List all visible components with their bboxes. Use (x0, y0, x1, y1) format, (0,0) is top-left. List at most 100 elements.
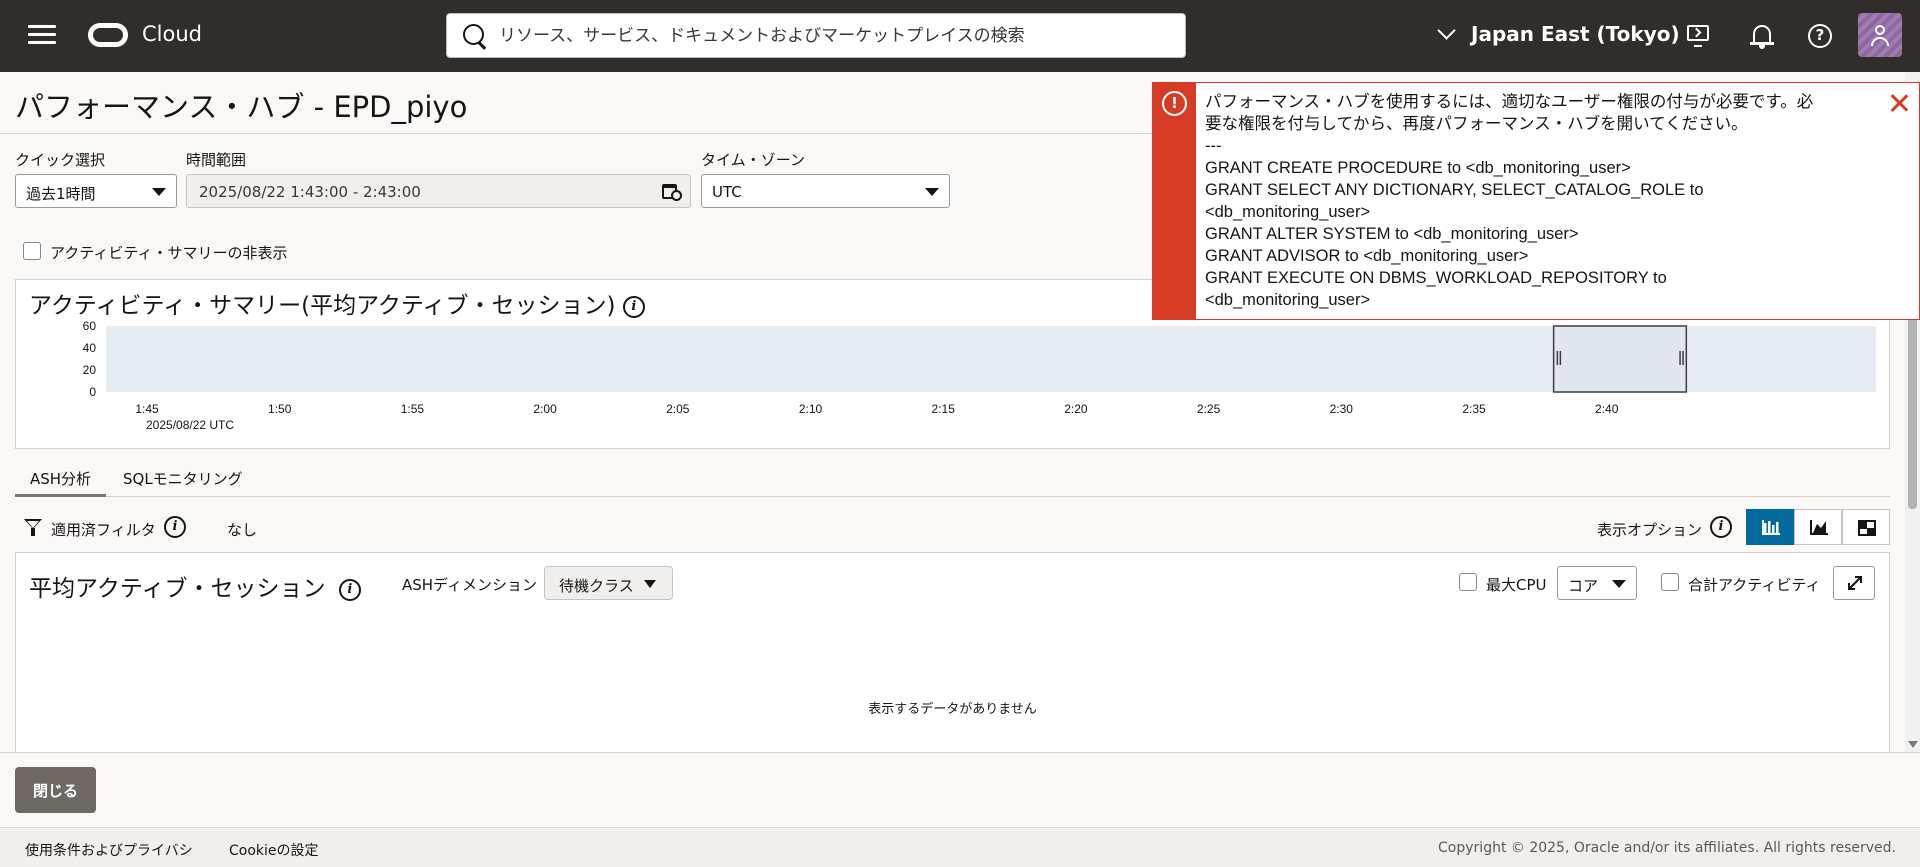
hide-summary-label[interactable]: アクティビティ・サマリーの非表示 (50, 242, 287, 263)
core-value: コア (1568, 577, 1599, 595)
terms-privacy-link[interactable]: 使用条件およびプライバシ (25, 840, 193, 860)
caret-down-icon (925, 188, 939, 196)
ash-dimension-dropdown[interactable]: 待機クラス (544, 566, 673, 600)
region-label: Japan East (Tokyo) (1471, 22, 1680, 46)
x-tick-label: 2:10 (799, 402, 823, 416)
close-button[interactable]: 閉じる (15, 767, 96, 813)
quick-select-dropdown[interactable]: 過去1時間 (15, 174, 177, 208)
expand-button[interactable] (1833, 566, 1875, 600)
x-axis-date-label: 2025/08/22 UTC (146, 418, 234, 432)
page-title: パフォーマンス・ハブ - EPD_piyo (15, 90, 468, 124)
selection-handle-grip (1559, 351, 1562, 365)
info-icon[interactable]: i (338, 578, 361, 601)
x-tick-label: 2:35 (1462, 402, 1486, 416)
error-message-line: パフォーマンス・ハブを使用するには、適切なユーザー権限の付与が必要です。必 (1205, 93, 1814, 111)
x-tick-label: 2:30 (1330, 402, 1354, 416)
timezone-dropdown[interactable]: UTC (701, 174, 950, 208)
action-bar: 閉じる (0, 752, 1920, 827)
calendar-clock-icon[interactable] (662, 182, 682, 201)
hide-summary-checkbox[interactable] (23, 242, 41, 260)
y-tick-label: 0 (89, 385, 96, 399)
error-message-line: 要な権限を付与してから、再度パフォーマンス・ハブを開いてください。 (1205, 115, 1748, 133)
error-message-line: GRANT SELECT ANY DICTIONARY, SELECT_CATA… (1205, 181, 1704, 199)
x-tick-label: 1:50 (268, 402, 292, 416)
alert-icon: ! (1162, 91, 1187, 116)
y-tick-label: 60 (83, 320, 97, 333)
cookie-settings-link[interactable]: Cookieの設定 (229, 840, 319, 860)
x-tick-label: 2:00 (533, 402, 557, 416)
activity-summary-chart[interactable]: 60 40 20 0 1:45 1:50 1:55 2:00 2:05 2:10 2:15 2:20 2… (16, 320, 1891, 450)
tab-ash-analysis[interactable]: ASH分析 (30, 468, 91, 489)
close-icon[interactable] (1889, 93, 1909, 113)
scroll-down-arrow-icon[interactable] (1908, 741, 1918, 748)
x-tick-label: 1:55 (401, 402, 425, 416)
selection-handle[interactable] (1679, 351, 1681, 365)
error-message-line: <db_monitoring_user> (1205, 291, 1371, 309)
cloud-shell-icon[interactable] (1685, 22, 1713, 50)
max-cpu-checkbox[interactable] (1459, 573, 1477, 591)
x-tick-label: 1:45 (135, 402, 159, 416)
treemap-view-button[interactable] (1842, 509, 1890, 545)
filter-icon (24, 518, 44, 538)
area-chart-view-button[interactable] (1794, 509, 1842, 545)
tab-divider (15, 496, 1890, 497)
ash-dimension-label: ASHディメンション (402, 576, 538, 594)
activity-summary-title: アクティビティ・サマリー(平均アクティブ・セッション) i (29, 286, 645, 320)
y-tick-label: 40 (83, 341, 97, 355)
selection-handle[interactable] (1556, 351, 1559, 365)
applied-filter-label: 適用済フィルタ (51, 521, 156, 539)
area-chart-icon (1810, 520, 1828, 535)
ash-dimension-value: 待機クラス (559, 577, 634, 595)
activity-summary-title-text: アクティビティ・サマリー(平均アクティブ・セッション) (29, 293, 616, 319)
region-selector[interactable]: Japan East (Tokyo) (1437, 20, 1680, 46)
search-bar[interactable] (446, 13, 1186, 58)
tab-sql-monitoring[interactable]: SQLモニタリング (123, 468, 243, 489)
applied-filter-value: なし (227, 521, 258, 539)
info-icon[interactable]: i (164, 516, 186, 538)
info-icon[interactable]: i (622, 295, 645, 318)
oracle-logo-icon[interactable] (88, 23, 128, 47)
timezone-value: UTC (712, 183, 742, 201)
time-selection-window[interactable] (1552, 325, 1688, 393)
selection-handle-grip (1682, 351, 1684, 365)
x-tick-label: 2:05 (666, 402, 690, 416)
no-data-message: 表示するデータがありません (868, 702, 1037, 717)
top-navigation-bar: Cloud Japan East (Tokyo) ? (0, 0, 1920, 72)
error-message-line: GRANT EXECUTE ON DBMS_WORKLOAD_REPOSITOR… (1205, 269, 1667, 287)
error-message-line: GRANT ADVISOR to <db_monitoring_user> (1205, 247, 1529, 265)
x-tick-label: 2:40 (1595, 402, 1619, 416)
brand-name[interactable]: Cloud (142, 22, 202, 46)
error-message: パフォーマンス・ハブを使用するには、適切なユーザー権限の付与が必要です。必 要な権… (1205, 91, 1865, 311)
total-activity-label[interactable]: 合計アクティビティ (1688, 574, 1820, 595)
core-dropdown[interactable]: コア (1557, 566, 1637, 600)
hamburger-menu-icon[interactable] (28, 25, 56, 47)
error-notification: ! パフォーマンス・ハブを使用するには、適切なユーザー権限の付与が必要です。必要… (1152, 82, 1920, 320)
error-message-line: GRANT CREATE PROCEDURE to <db_monitoring… (1205, 159, 1631, 177)
error-sidebar: ! (1153, 83, 1196, 319)
timezone-label: タイム・ゾーン (701, 151, 805, 169)
display-options-label: 表示オプション (1597, 521, 1703, 539)
average-active-sessions-panel: 平均アクティブ・セッション i ASHディメンション 待機クラス 最大CPU コ… (15, 552, 1890, 752)
search-input[interactable] (499, 25, 1159, 46)
aas-title: 平均アクティブ・セッション i (29, 569, 361, 603)
time-range-value: 2025/08/22 1:43:00 - 2:43:00 (199, 183, 421, 201)
info-icon[interactable]: i (1710, 516, 1732, 538)
bar-chart-view-button[interactable] (1746, 509, 1794, 545)
help-icon[interactable]: ? (1806, 22, 1834, 50)
max-cpu-label[interactable]: 最大CPU (1486, 574, 1547, 595)
aas-title-text: 平均アクティブ・セッション (29, 576, 326, 602)
x-tick-label: 2:20 (1064, 402, 1088, 416)
error-message-line: <db_monitoring_user> (1205, 203, 1371, 221)
copyright-text: Copyright © 2025, Oracle and/or its affi… (1438, 840, 1896, 856)
y-tick-label: 20 (83, 363, 97, 377)
x-tick-label: 2:25 (1197, 402, 1221, 416)
expand-icon (1848, 576, 1862, 590)
scrollbar-thumb[interactable] (1908, 302, 1917, 509)
profile-avatar[interactable] (1858, 13, 1902, 57)
total-activity-checkbox[interactable] (1661, 573, 1679, 591)
chevron-down-icon (1437, 20, 1456, 40)
notifications-bell-icon[interactable] (1748, 22, 1776, 50)
time-range-field[interactable]: 2025/08/22 1:43:00 - 2:43:00 (186, 174, 691, 208)
time-range-label: 時間範囲 (186, 151, 247, 169)
quick-select-label: クイック選択 (15, 151, 106, 169)
